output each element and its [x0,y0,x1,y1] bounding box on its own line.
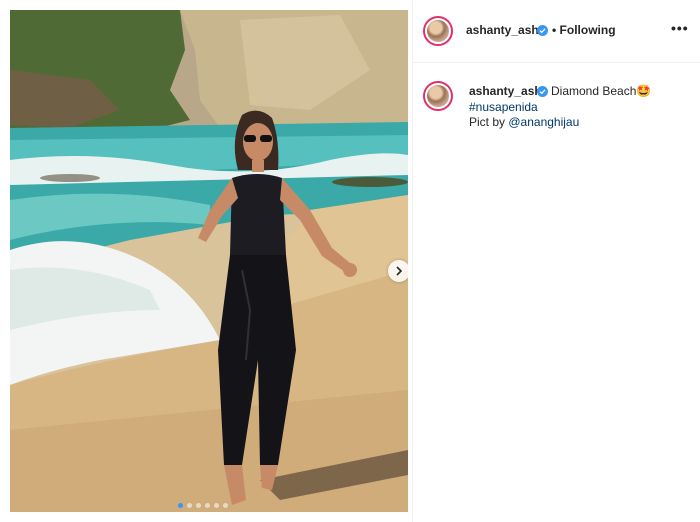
avatar-image [427,20,449,42]
caption-text: Diamond Beach🤩 [551,84,652,98]
caption-avatar[interactable] [423,81,453,111]
chevron-right-icon [396,266,403,276]
beach-photo [10,10,408,512]
post-side-panel: ashanty_ash • Following ••• ashanty_ash … [412,0,700,522]
avatar-image [427,85,449,107]
carousel-dot [214,503,219,508]
carousel-dot [196,503,201,508]
verified-badge-icon [537,86,548,97]
carousel-next-button[interactable] [388,260,408,282]
caption-username[interactable]: ashanty_ash [469,84,542,98]
following-button[interactable]: • Following [552,23,616,37]
post-header: ashanty_ash • Following ••• [413,0,700,63]
avatar[interactable] [423,16,453,46]
photo-credit-prefix: Pict by [469,115,509,129]
post-photo[interactable] [10,10,408,512]
header-username[interactable]: ashanty_ash [466,23,539,37]
mention-link[interactable]: @ananghijau [508,115,579,129]
carousel-dot [187,503,192,508]
photo-credit: Pict by @ananghijau [469,115,579,129]
carousel-dot [178,503,183,508]
hashtag-link[interactable]: #nusapenida [469,100,538,114]
more-options-icon[interactable]: ••• [671,20,689,36]
verified-badge-icon [537,25,548,36]
carousel-dot [223,503,228,508]
carousel-indicator [178,503,228,508]
carousel-dot [205,503,210,508]
